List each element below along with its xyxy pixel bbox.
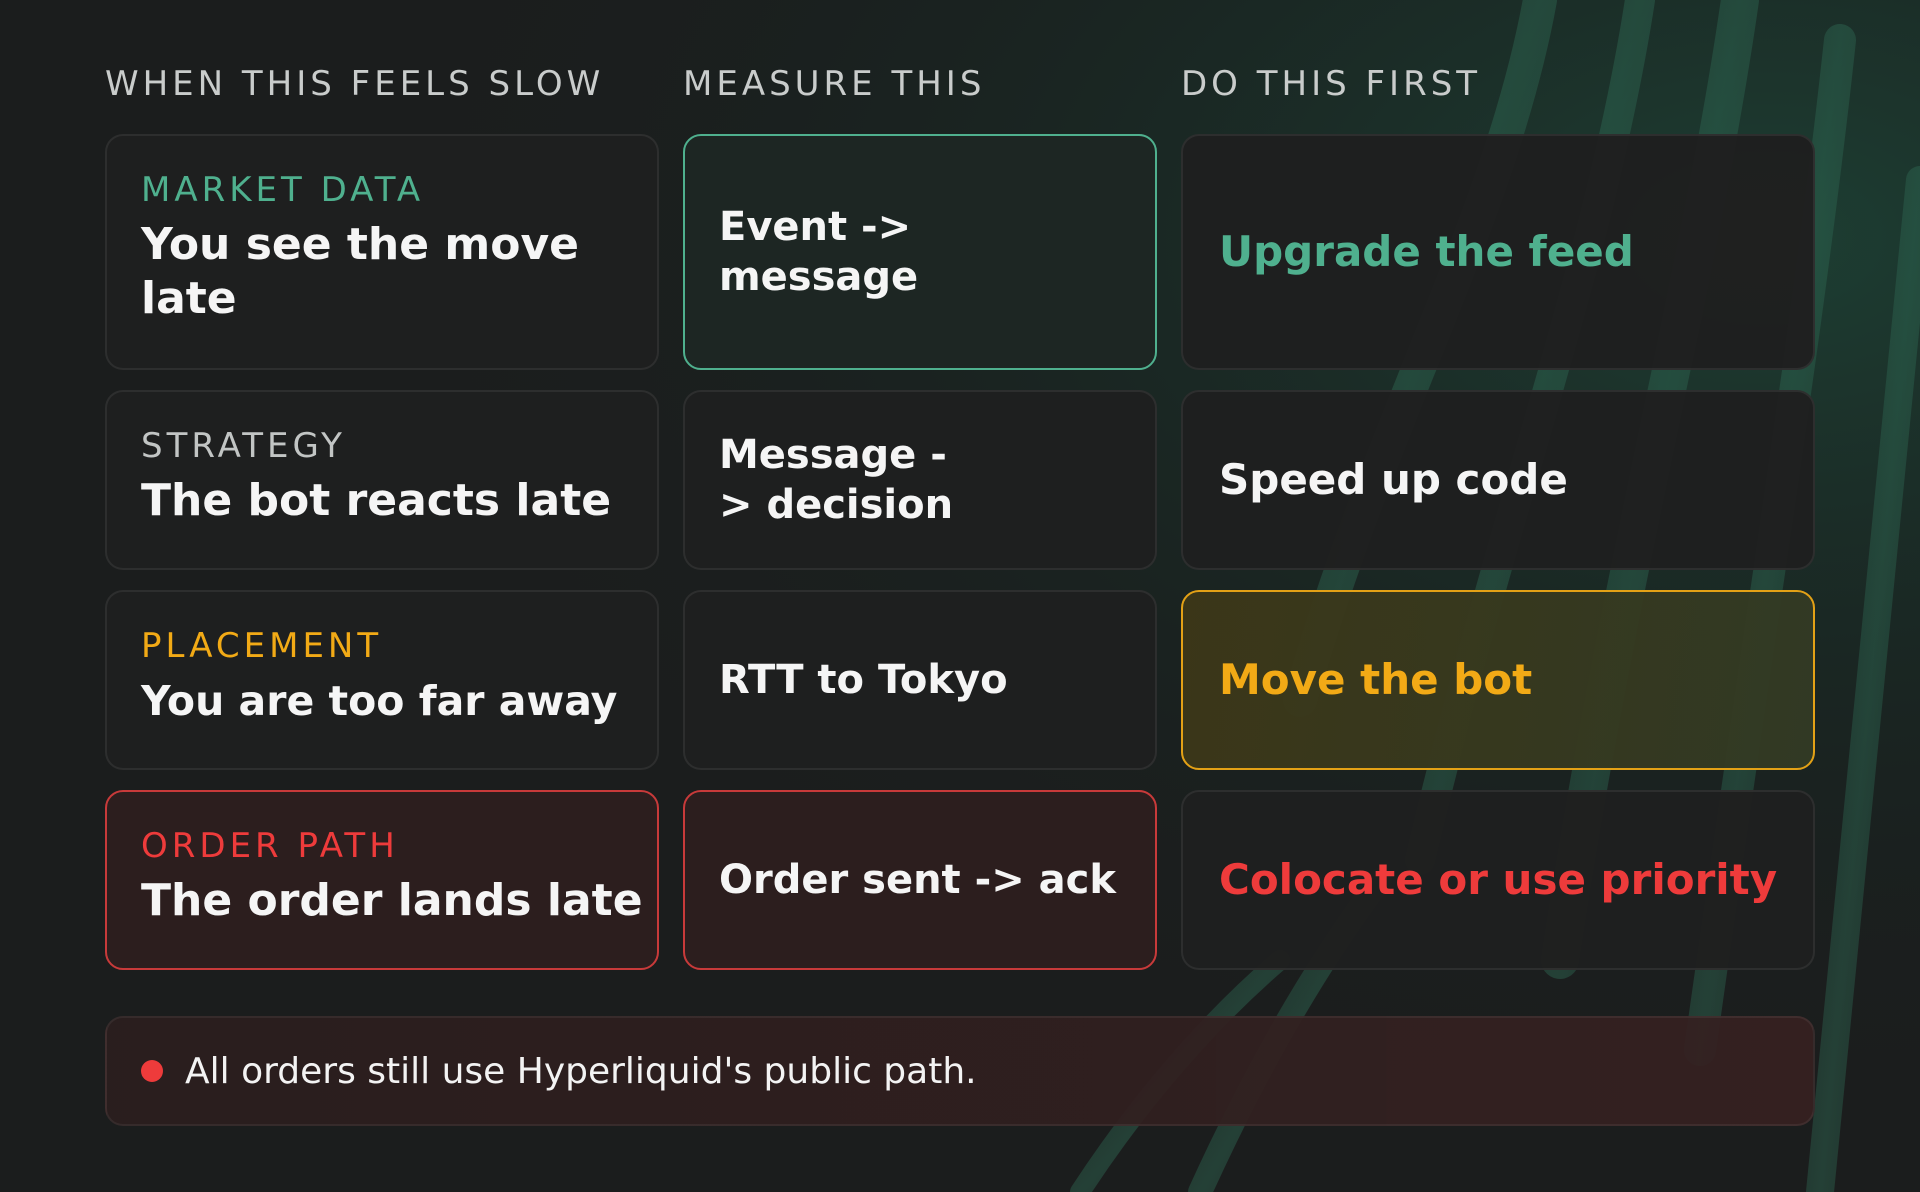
action-text: Colocate or use priority [1219,855,1778,904]
measure-text: Message -> decision [719,432,954,528]
category-label: ORDER PATH [141,826,399,866]
column-header-action: DO THIS FIRST [1181,64,1482,104]
action-card-strategy: Speed up code [1181,390,1815,570]
symptom-card-order-path: ORDER PATH The order lands late [105,790,659,970]
measure-card-placement: RTT to Tokyo [683,590,1157,770]
status-dot-icon [141,1060,163,1082]
symptom-text: The bot reacts late [141,475,612,526]
measure-text: Order sent -> ack [719,857,1116,903]
measure-text: Event -> message [719,204,919,300]
symptom-text: The order lands late [141,875,643,926]
category-label: PLACEMENT [141,626,383,666]
symptom-card-market-data: MARKET DATA You see the move late [105,134,659,370]
symptom-text: You are too far away [141,677,618,725]
symptom-text: You see the move late [141,219,580,324]
public-path-notice: All orders still use Hyperliquid's publi… [105,1016,1815,1126]
notice-text: All orders still use Hyperliquid's publi… [185,1050,977,1092]
measure-card-order-path: Order sent -> ack [683,790,1157,970]
column-header-symptom: WHEN THIS FEELS SLOW [105,64,605,104]
action-card-market-data: Upgrade the feed [1181,134,1815,370]
action-text: Upgrade the feed [1219,227,1634,276]
symptom-card-placement: PLACEMENT You are too far away [105,590,659,770]
measure-card-strategy: Message -> decision [683,390,1157,570]
action-text: Speed up code [1219,455,1568,504]
action-card-order-path: Colocate or use priority [1181,790,1815,970]
symptom-card-strategy: STRATEGY The bot reacts late [105,390,659,570]
latency-matrix: WHEN THIS FEELS SLOW MEASURE THIS DO THI… [105,62,1815,1132]
column-header-measure: MEASURE THIS [683,64,986,104]
action-text: Move the bot [1219,655,1533,704]
measure-card-market-data: Event -> message [683,134,1157,370]
category-label: STRATEGY [141,426,346,466]
action-card-placement: Move the bot [1181,590,1815,770]
category-label: MARKET DATA [141,170,425,210]
measure-text: RTT to Tokyo [719,657,1008,703]
